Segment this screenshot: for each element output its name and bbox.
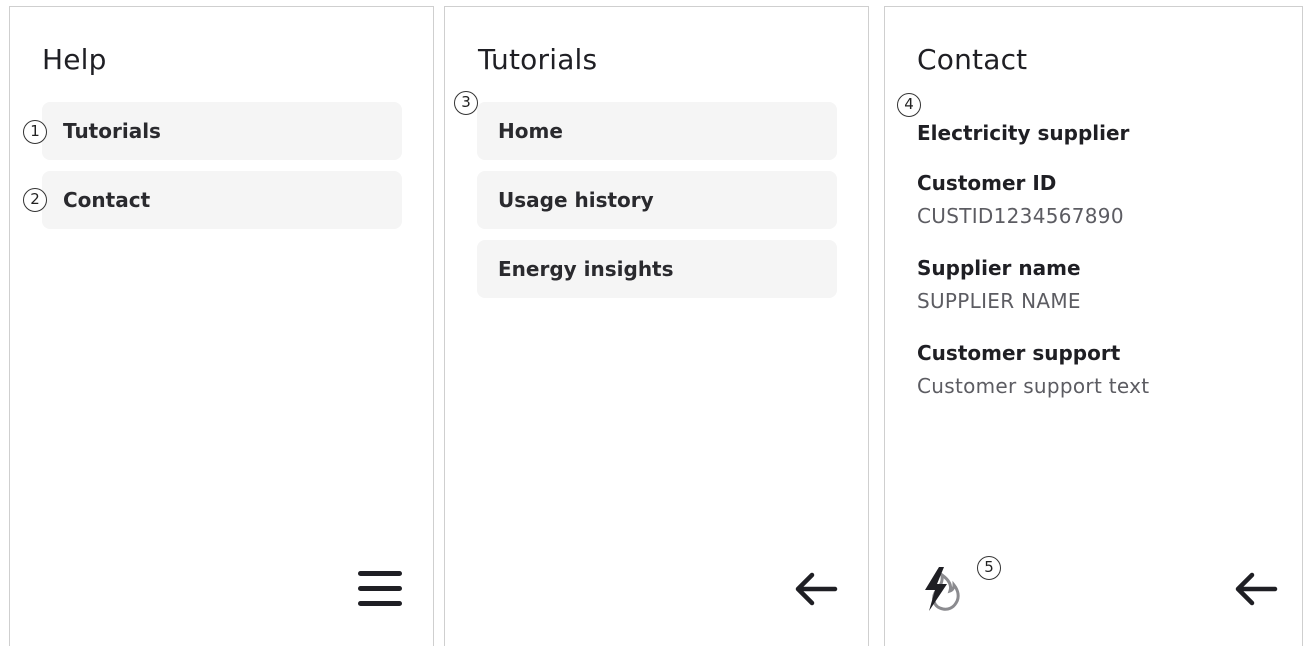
field-value: CUSTID1234567890 xyxy=(917,204,1124,228)
help-item-label: Tutorials xyxy=(63,119,161,143)
tutorial-item-usage-history[interactable]: Usage history xyxy=(477,171,837,229)
annotation-marker: 1 xyxy=(23,120,47,144)
annotation-marker: 4 xyxy=(897,93,921,117)
help-item-label: Contact xyxy=(63,188,151,212)
help-screen: Help Tutorials 1 Contact 2 xyxy=(9,6,434,646)
tutorial-item-home[interactable]: Home xyxy=(477,102,837,160)
field-label: Customer support xyxy=(917,341,1121,365)
tutorial-item-label: Usage history xyxy=(498,188,654,212)
tutorial-item-label: Home xyxy=(498,119,563,143)
tutorials-screen: Tutorials 3 Home Usage history Energy in… xyxy=(444,6,869,646)
page-title: Help xyxy=(42,43,107,76)
page-title: Tutorials xyxy=(478,43,598,76)
field-value: SUPPLIER NAME xyxy=(917,289,1081,313)
arrow-left-icon[interactable] xyxy=(791,567,839,615)
tutorial-item-energy-insights[interactable]: Energy insights xyxy=(477,240,837,298)
annotation-marker: 2 xyxy=(23,188,47,212)
tutorial-item-label: Energy insights xyxy=(498,257,674,281)
help-item-contact[interactable]: Contact xyxy=(42,171,402,229)
help-item-tutorials[interactable]: Tutorials xyxy=(42,102,402,160)
hamburger-menu-icon[interactable] xyxy=(356,567,404,615)
field-label: Supplier name xyxy=(917,256,1081,280)
annotation-marker: 3 xyxy=(454,91,478,115)
page-title: Contact xyxy=(917,43,1028,76)
contact-screen: Contact 4 Electricity supplier Customer … xyxy=(884,6,1303,646)
field-value: Customer support text xyxy=(917,374,1150,398)
annotation-marker: 5 xyxy=(977,556,1001,580)
field-label: Customer ID xyxy=(917,171,1057,195)
arrow-left-icon[interactable] xyxy=(1231,567,1279,615)
electricity-gas-icon[interactable] xyxy=(917,563,977,619)
section-heading: Electricity supplier xyxy=(917,121,1130,145)
